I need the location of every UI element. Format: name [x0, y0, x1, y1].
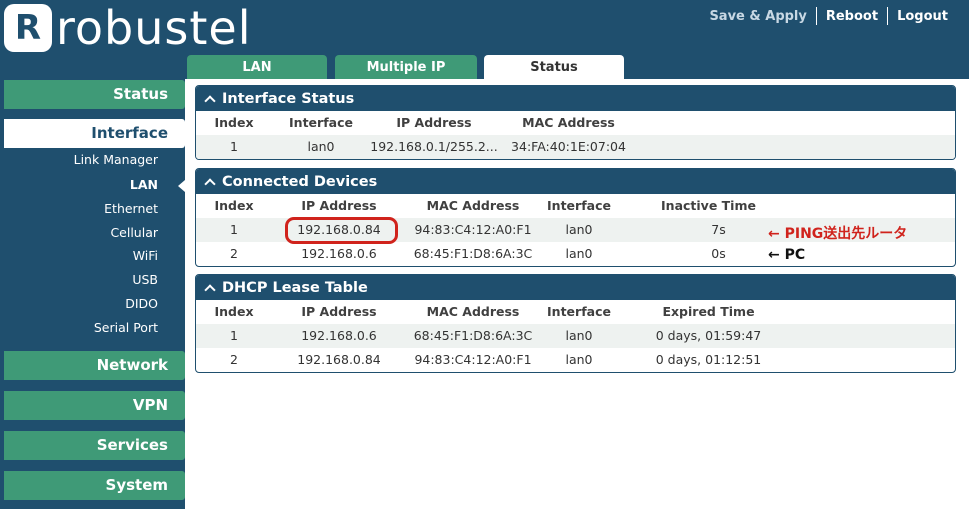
table-cell: lan0: [565, 222, 593, 237]
panel-title: Interface Status: [222, 90, 355, 107]
table-row: 1 192.168.0.6 68:45:F1:D8:6A:3C lan0 0 d…: [196, 324, 955, 348]
ping-target-annotation: ← PING送出先ルータ: [768, 226, 908, 242]
table-cell: 2: [230, 246, 238, 261]
panel-title: DHCP Lease Table: [222, 279, 368, 296]
table-cell: 0s: [711, 246, 726, 261]
connected-devices-header[interactable]: Connected Devices: [196, 169, 955, 194]
table-header-row: Index IP Address MAC Address Interface I…: [196, 194, 955, 218]
top-links: Save & Apply Reboot Logout: [700, 7, 957, 25]
table-cell: 94:83:C4:12:A0:F1: [414, 352, 532, 367]
pc-annotation: ← PC: [768, 247, 806, 263]
tab-status[interactable]: Status: [484, 55, 624, 79]
table-cell: 68:45:F1:D8:6A:3C: [413, 328, 533, 343]
table-cell: lan0: [565, 246, 593, 261]
table-cell: lan0: [307, 139, 335, 154]
robustel-logo-icon: R: [4, 4, 52, 52]
table-row: 1 lan0 192.168.0.1/255.2... 34:FA:40:1E:…: [196, 135, 955, 159]
table-cell: 0 days, 01:59:47: [655, 328, 762, 343]
column-header: IP Address: [396, 115, 472, 130]
sidebar-item-serial-port[interactable]: Serial Port: [4, 320, 158, 335]
save-apply-link[interactable]: Save & Apply: [700, 9, 815, 24]
sidebar-section-system[interactable]: System: [4, 471, 185, 500]
sidebar-item-link-manager[interactable]: Link Manager: [4, 152, 158, 167]
column-header: Index: [214, 115, 254, 130]
tab-lan[interactable]: LAN: [187, 55, 327, 79]
sidebar-section-vpn[interactable]: VPN: [4, 391, 185, 420]
table-cell: 94:83:C4:12:A0:F1: [414, 222, 532, 237]
sidebar-section-status[interactable]: Status: [4, 80, 185, 109]
table-cell: lan0: [565, 352, 593, 367]
robustel-logo-text: robustel: [56, 1, 252, 55]
interface-status-header[interactable]: Interface Status: [196, 86, 955, 111]
column-header: IP Address: [301, 198, 377, 213]
column-header: Expired Time: [662, 304, 755, 319]
collapse-caret-icon: [204, 177, 216, 190]
table-cell: 192.168.0.84: [297, 352, 381, 367]
collapse-caret-icon: [204, 283, 216, 296]
column-header: Interface: [289, 115, 353, 130]
robustel-logo: R robustel: [4, 4, 251, 52]
table-row: 2 192.168.0.6 68:45:F1:D8:6A:3C lan0 0s: [196, 242, 955, 266]
tab-multiple-ip[interactable]: Multiple IP: [335, 55, 477, 79]
dhcp-lease-table-panel: DHCP Lease Table Index IP Address MAC Ad…: [195, 274, 956, 373]
sidebar-section-interface[interactable]: Interface: [4, 119, 185, 148]
column-header: MAC Address: [426, 304, 520, 319]
column-header: MAC Address: [426, 198, 520, 213]
table-row: 2 192.168.0.84 94:83:C4:12:A0:F1 lan0 0 …: [196, 348, 955, 372]
sidebar-item-dido[interactable]: DIDO: [4, 296, 158, 311]
panel-title: Connected Devices: [222, 173, 378, 190]
table-cell: 34:FA:40:1E:07:04: [511, 139, 626, 154]
table-cell: 0 days, 01:12:51: [655, 352, 762, 367]
sidebar-section-network[interactable]: Network: [4, 351, 185, 380]
column-header: IP Address: [301, 304, 377, 319]
column-header: Index: [214, 198, 254, 213]
table-cell: 1: [230, 222, 238, 237]
collapse-caret-icon: [204, 94, 216, 107]
table-cell: 68:45:F1:D8:6A:3C: [413, 246, 533, 261]
logout-link[interactable]: Logout: [888, 9, 957, 24]
sidebar-section-services[interactable]: Services: [4, 431, 185, 460]
column-header: Inactive Time: [661, 198, 756, 213]
sidebar-item-lan[interactable]: LAN: [4, 177, 158, 192]
table-cell: 7s: [711, 222, 726, 237]
content-area: Interface Status Index Interface IP Addr…: [185, 79, 969, 509]
table-cell: 2: [230, 352, 238, 367]
current-item-pointer-icon: [178, 180, 185, 192]
table-cell: lan0: [565, 328, 593, 343]
sidebar-item-wifi[interactable]: WiFi: [4, 248, 158, 263]
column-header: Interface: [547, 304, 611, 319]
sidebar-item-usb[interactable]: USB: [4, 272, 158, 287]
sidebar-item-ethernet[interactable]: Ethernet: [4, 201, 158, 216]
reboot-link[interactable]: Reboot: [817, 9, 887, 24]
table-cell: 1: [230, 328, 238, 343]
column-header: Interface: [547, 198, 611, 213]
column-header: Index: [214, 304, 254, 319]
table-cell: 192.168.0.1/255.2...: [370, 139, 498, 154]
interface-status-panel: Interface Status Index Interface IP Addr…: [195, 85, 956, 160]
table-cell: 192.168.0.6: [301, 328, 377, 343]
dhcp-lease-table-header[interactable]: DHCP Lease Table: [196, 275, 955, 300]
table-cell: 1: [230, 139, 238, 154]
table-header-row: Index Interface IP Address MAC Address: [196, 111, 955, 135]
column-header: MAC Address: [522, 115, 615, 130]
table-header-row: Index IP Address MAC Address Interface E…: [196, 300, 955, 324]
sidebar-item-cellular[interactable]: Cellular: [4, 225, 158, 240]
table-cell: 192.168.0.6: [301, 246, 377, 261]
ping-target-highlight: [285, 217, 398, 244]
